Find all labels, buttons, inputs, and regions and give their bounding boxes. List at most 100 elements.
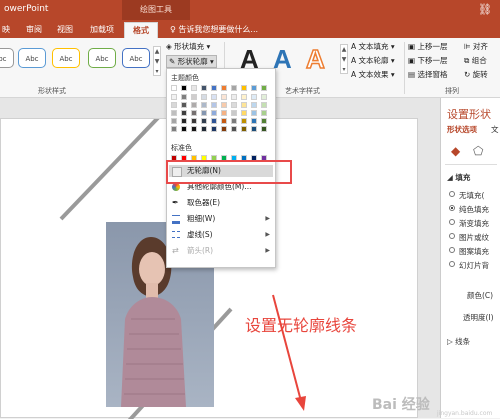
color-swatch[interactable] <box>231 118 237 124</box>
color-swatch[interactable] <box>221 94 227 100</box>
color-swatch[interactable] <box>261 102 267 108</box>
menu-item-dashes[interactable]: 虚线(S) ▶ <box>169 229 273 241</box>
color-swatch[interactable] <box>191 85 197 91</box>
color-swatch[interactable] <box>241 85 247 91</box>
color-swatch[interactable] <box>221 126 227 132</box>
color-swatch[interactable] <box>171 102 177 108</box>
color-swatch[interactable] <box>251 126 257 132</box>
color-swatch[interactable] <box>211 126 217 132</box>
color-swatch[interactable] <box>241 126 247 132</box>
color-swatch[interactable] <box>171 85 177 91</box>
color-swatch[interactable] <box>231 110 237 116</box>
color-swatch[interactable] <box>181 118 187 124</box>
color-swatch[interactable] <box>181 94 187 100</box>
color-swatch[interactable] <box>191 118 197 124</box>
menu-item-arrows[interactable]: ⇄ 箭头(R) ▶ <box>169 245 273 257</box>
pane-tab-shape-options[interactable]: 形状选项 <box>447 124 477 135</box>
color-swatch[interactable] <box>231 94 237 100</box>
color-swatch[interactable] <box>211 110 217 116</box>
color-swatch[interactable] <box>261 118 267 124</box>
color-swatch[interactable] <box>191 126 197 132</box>
tell-me-search[interactable]: ♀ 告诉我您想要做什么... <box>170 22 258 38</box>
menu-item-weight[interactable]: 粗细(W) ▶ <box>169 213 273 225</box>
share-link-icon[interactable]: ⛓ <box>478 3 492 16</box>
effects-pentagon-icon[interactable]: ⬠ <box>473 144 483 158</box>
radio-button[interactable] <box>449 191 455 197</box>
radio-button[interactable] <box>449 233 455 239</box>
color-swatch[interactable] <box>231 102 237 108</box>
color-swatch[interactable] <box>201 94 207 100</box>
color-swatch[interactable] <box>241 94 247 100</box>
color-swatch[interactable] <box>191 102 197 108</box>
style-gallery-scroll[interactable]: ▲ ▼ ▾ <box>153 46 161 76</box>
wordart-preset[interactable]: A <box>305 45 325 73</box>
color-swatch[interactable] <box>181 102 187 108</box>
shape-outline-button[interactable]: ✎ 形状轮廓 ▾ <box>166 55 217 68</box>
color-swatch[interactable] <box>191 94 197 100</box>
shape-style-preset[interactable]: Abc <box>18 48 46 68</box>
color-swatch[interactable] <box>241 102 247 108</box>
color-swatch[interactable] <box>231 85 237 91</box>
menu-item-eyedropper[interactable]: ✒ 取色器(E) <box>169 197 273 209</box>
color-swatch[interactable] <box>181 126 187 132</box>
rotate-button[interactable]: ↻ 旋转 <box>464 69 488 80</box>
line-section-header[interactable]: ▷ 线条 <box>447 336 470 347</box>
color-swatch[interactable] <box>241 118 247 124</box>
tab-review[interactable]: 审阅 <box>22 22 46 38</box>
color-swatch[interactable] <box>201 126 207 132</box>
radio-button[interactable] <box>449 261 455 267</box>
color-swatch[interactable] <box>191 110 197 116</box>
wordart-gallery-scroll[interactable]: ▲ ▼ ▾ <box>340 44 348 74</box>
color-swatch[interactable] <box>171 110 177 116</box>
fill-section-header[interactable]: ◢ 填充 <box>447 172 470 183</box>
color-swatch[interactable] <box>211 102 217 108</box>
tab-format[interactable]: 格式 <box>124 22 158 38</box>
color-swatch[interactable] <box>261 110 267 116</box>
shape-style-preset[interactable]: Abc <box>88 48 116 68</box>
text-outline-button[interactable]: A 文本轮廓 ▾ <box>351 55 395 66</box>
pane-tab-text-options[interactable]: 文 <box>491 124 499 135</box>
color-swatch[interactable] <box>211 85 217 91</box>
color-swatch[interactable] <box>211 94 217 100</box>
color-swatch[interactable] <box>171 94 177 100</box>
align-button[interactable]: ⊫ 对齐 <box>464 41 488 52</box>
shape-style-preset[interactable]: Abc <box>52 48 80 68</box>
color-swatch[interactable] <box>251 118 257 124</box>
color-swatch[interactable] <box>201 110 207 116</box>
text-effects-button[interactable]: A 文本效果 ▾ <box>351 69 395 80</box>
group-button[interactable]: ⧉ 组合 <box>464 55 487 66</box>
tab-slideshow[interactable]: 映 <box>0 22 14 38</box>
color-swatch[interactable] <box>201 102 207 108</box>
color-swatch[interactable] <box>251 102 257 108</box>
color-swatch[interactable] <box>261 85 267 91</box>
color-swatch[interactable] <box>251 110 257 116</box>
tab-view[interactable]: 视图 <box>53 22 77 38</box>
color-swatch[interactable] <box>201 85 207 91</box>
color-swatch[interactable] <box>261 94 267 100</box>
radio-button[interactable] <box>449 219 455 225</box>
color-swatch[interactable] <box>261 126 267 132</box>
color-swatch[interactable] <box>251 94 257 100</box>
tab-addins[interactable]: 加载项 <box>86 22 118 38</box>
radio-button-selected[interactable] <box>449 205 455 211</box>
color-swatch[interactable] <box>221 110 227 116</box>
selection-pane-button[interactable]: ▤ 选择窗格 <box>408 69 447 80</box>
color-swatch[interactable] <box>181 85 187 91</box>
color-swatch[interactable] <box>181 110 187 116</box>
radio-button[interactable] <box>449 247 455 253</box>
shape-style-preset[interactable]: Abc <box>122 48 150 68</box>
fill-line-icon[interactable]: ◆ <box>451 144 460 158</box>
color-swatch[interactable] <box>231 126 237 132</box>
color-swatch[interactable] <box>251 85 257 91</box>
color-swatch[interactable] <box>221 85 227 91</box>
send-backward-button[interactable]: ▣ 下移一层 <box>408 55 447 66</box>
bring-forward-button[interactable]: ▣ 上移一层 <box>408 41 447 52</box>
shape-fill-button[interactable]: ◈ 形状填充 ▾ <box>166 41 210 52</box>
shape-style-preset[interactable]: Abc <box>0 48 14 68</box>
color-swatch[interactable] <box>171 118 177 124</box>
color-swatch[interactable] <box>171 126 177 132</box>
text-fill-button[interactable]: A 文本填充 ▾ <box>351 41 395 52</box>
color-swatch[interactable] <box>221 102 227 108</box>
color-swatch[interactable] <box>211 118 217 124</box>
color-swatch[interactable] <box>221 118 227 124</box>
